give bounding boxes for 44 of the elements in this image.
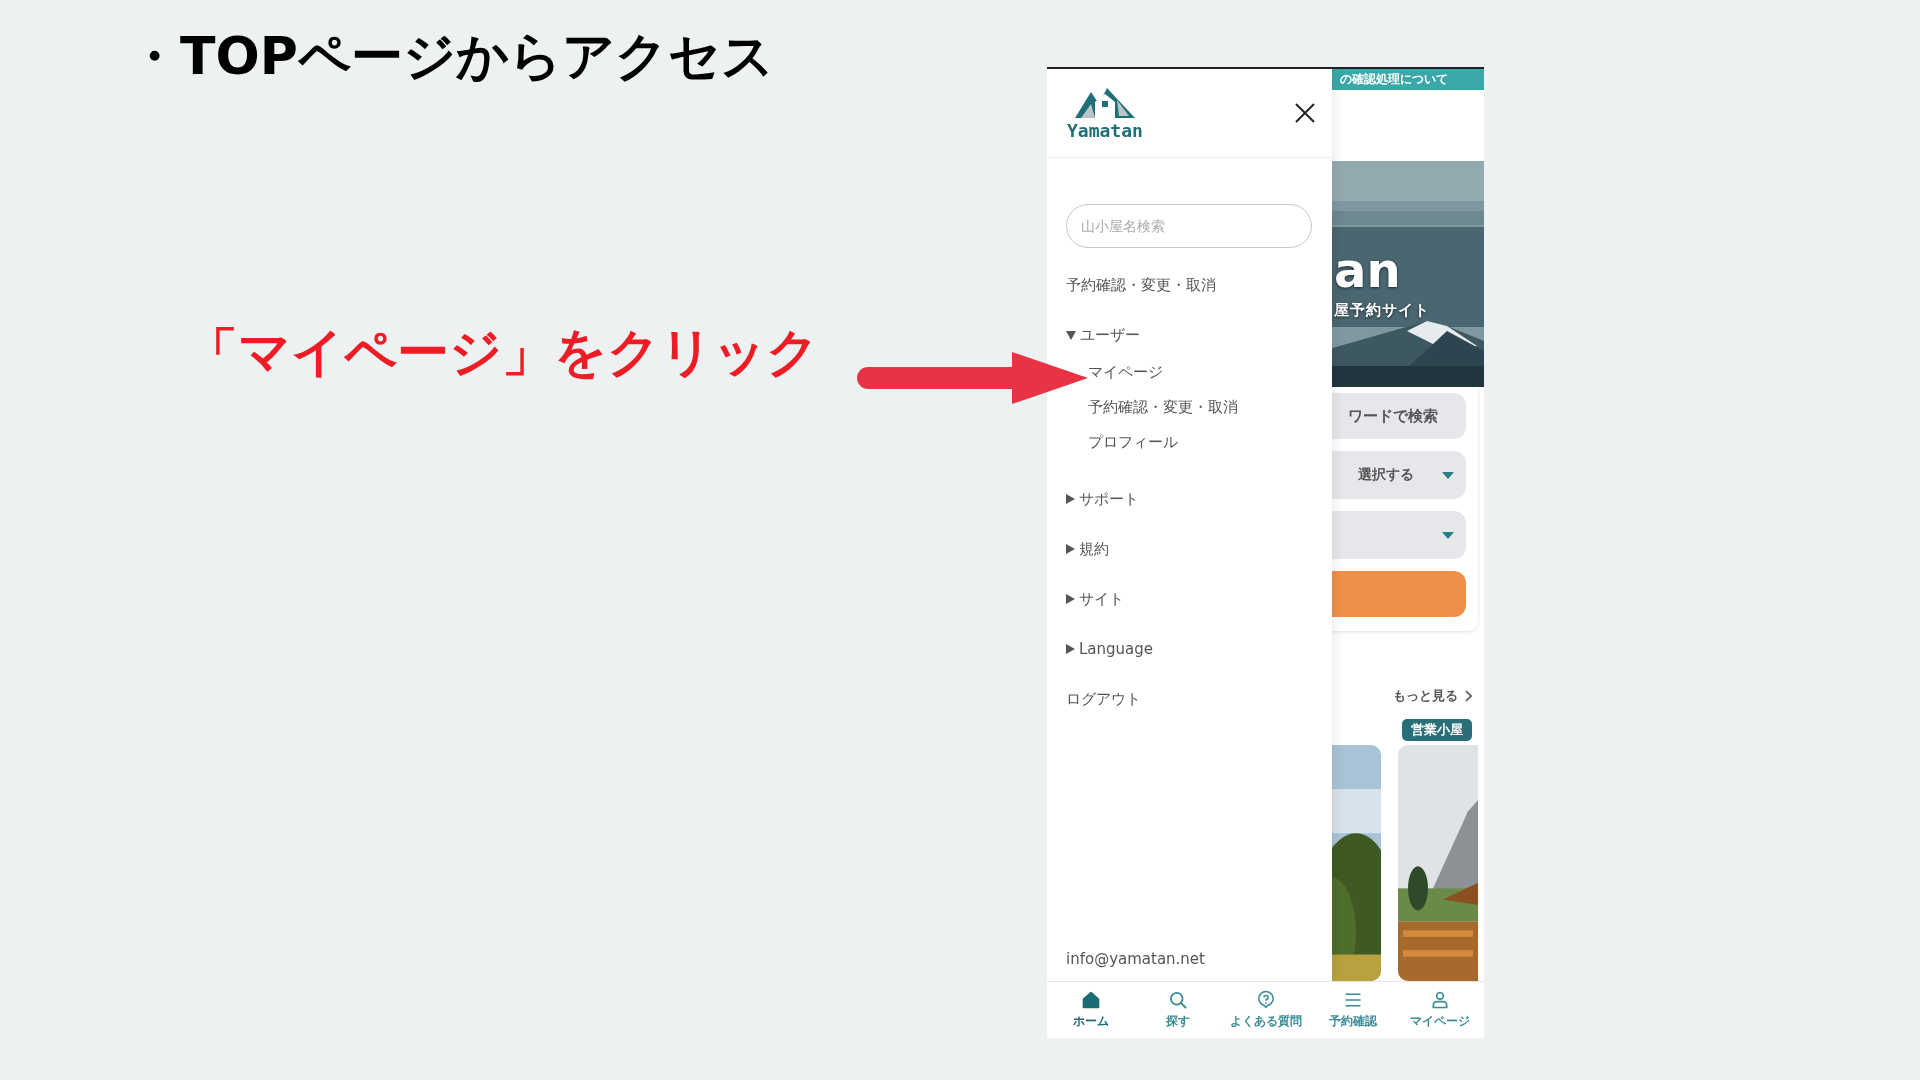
contact-email: info@yamatan.net [1066,950,1206,968]
caret-icon [1442,471,1454,479]
notice-banner-text: の確認処理について [1340,71,1448,88]
nav-tab[interactable]: マイページ [1396,982,1484,1038]
group-label: 規約 [1079,539,1109,559]
submenu-item[interactable]: マイページ [1088,355,1312,390]
menu-group[interactable]: ユーザー [1066,323,1140,347]
status-badge: 営業小屋 [1402,719,1472,741]
menu-group[interactable]: Language [1066,637,1154,661]
submenu-item[interactable]: プロフィール [1088,425,1312,460]
menu-item[interactable]: ログアウト [1066,687,1141,711]
nav-tab[interactable]: 探す [1134,982,1222,1038]
question-icon [1255,990,1276,1010]
caret-icon [1066,330,1076,340]
menu-group[interactable]: サポート [1066,487,1139,511]
hero-title: an [1334,243,1402,297]
logo-text: Yamatan [1067,119,1143,141]
hero-subtitle: 屋予約サイト [1334,301,1430,320]
caret-icon [1442,531,1454,539]
menu-group[interactable]: 規約 [1066,537,1109,561]
caret-icon [1066,594,1075,604]
group-label: サイト [1079,589,1124,609]
user-icon [1430,990,1451,1010]
group-label: ユーザー [1080,325,1140,345]
menu-group[interactable]: サイト [1066,587,1124,611]
slide-title: ・TOPページからアクセス [128,25,775,88]
callout-text: 「マイページ」をクリック [186,321,819,384]
select-label: 選択する [1358,466,1414,484]
search-field[interactable]: 山小屋名検索 [1066,204,1312,248]
home-icon [1080,990,1101,1010]
search-icon [1168,990,1189,1010]
close-icon[interactable] [1294,102,1316,124]
menu-item[interactable]: 予約確認・変更・取消 [1066,273,1216,297]
group-label: サポート [1079,489,1139,509]
nav-tab[interactable]: よくある質問 [1221,982,1310,1038]
more-link[interactable]: もっと見る [1393,687,1472,705]
group-label: Language [1079,640,1154,658]
nav-tab[interactable]: 予約確認 [1309,982,1397,1038]
nav-tab[interactable]: ホーム [1047,982,1135,1038]
chevron-icon [1464,690,1472,702]
caret-icon [1066,494,1075,504]
submenu-item[interactable]: 予約確認・変更・取消 [1088,390,1312,425]
caret-icon [1066,544,1075,554]
caret-icon [1066,644,1075,654]
